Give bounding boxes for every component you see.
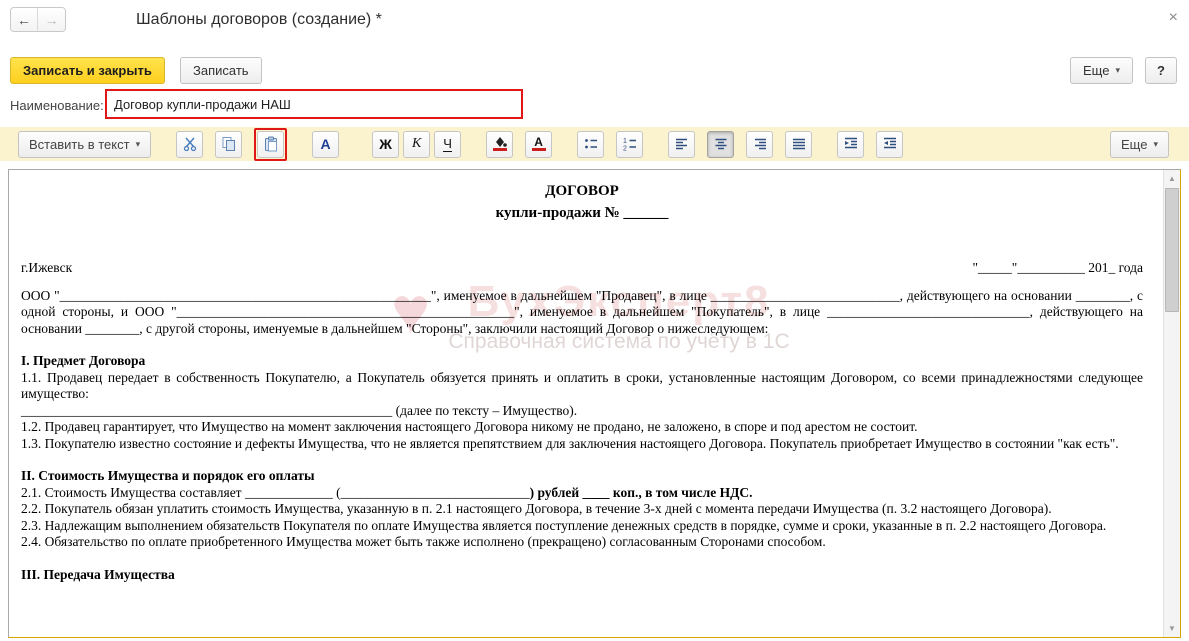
document-title-line2: купли-продажи № ______ [21,202,1143,224]
page-title: Шаблоны договоров (создание) * [136,11,382,29]
paragraph: 2.4. Обязательство по оплате приобретенн… [21,534,1143,551]
toolbar-more-button[interactable]: Еще ▾ [1110,131,1169,158]
document-body: I. Предмет Договора1.1. Продавец передае… [21,353,1143,583]
section-heading: III. Передача Имущества [21,567,1143,584]
name-input[interactable] [107,91,521,117]
chevron-down-icon: ▾ [1153,139,1158,150]
document-editor[interactable]: ♥ БухЭксперт8 Справочная система по учёт… [8,169,1181,638]
fill-color-button[interactable] [486,131,513,158]
section-heading: II. Стоимость Имущества и порядок его оп… [21,468,1143,485]
align-left-icon [674,136,690,152]
scroll-up-icon[interactable]: ▲ [1164,170,1180,187]
paragraph: 1.2. Продавец гарантирует, что Имущество… [21,419,1143,436]
paragraph: 2.3. Надлежащим выполнением обязательств… [21,518,1143,535]
bullet-list-button[interactable] [577,131,604,158]
city-label: г.Ижевск [21,260,72,277]
help-button[interactable]: ? [1145,57,1177,84]
font-button[interactable]: А [312,131,339,158]
align-right-icon [752,136,768,152]
document-title-line1: ДОГОВОР [21,180,1143,202]
copy-button[interactable] [215,131,242,158]
underline-letter: Ч [443,137,452,152]
copy-icon [221,136,237,152]
indent-decrease-button[interactable] [876,131,903,158]
bold-button[interactable]: Ж [372,131,399,158]
close-icon[interactable]: × [1169,10,1178,26]
document-content: ДОГОВОР купли-продажи № ______ г.Ижевск … [9,170,1163,637]
align-center-button[interactable] [707,131,734,158]
numbered-list-icon: 1 2 [622,136,638,152]
text-color-button[interactable]: А [525,131,552,158]
paragraph: 2.2. Покупатель обязан уплатить стоимост… [21,501,1143,518]
paragraph: 1.1. Продавец передает в собственность П… [21,370,1143,403]
name-field-label: Наименование: [10,98,104,113]
align-right-button[interactable] [746,131,773,158]
font-letter: А [321,136,331,152]
insert-to-text-label: Вставить в текст [29,137,130,152]
save-and-close-button[interactable]: Записать и закрыть [10,57,165,84]
indent-increase-button[interactable] [837,131,864,158]
vertical-scrollbar[interactable]: ▲ ▼ [1163,170,1180,637]
cut-button[interactable] [176,131,203,158]
chevron-down-icon: ▾ [1115,65,1120,76]
text-color-icon: А [532,137,546,151]
align-center-icon [713,136,729,152]
city-date-row: г.Ижевск "_____"__________ 201_ года [21,260,1143,277]
name-field-annotation [105,89,523,119]
italic-letter: К [412,136,421,152]
svg-text:2: 2 [623,146,627,153]
underline-button[interactable]: Ч [434,131,461,158]
svg-text:1: 1 [623,138,627,145]
save-button[interactable]: Записать [180,57,262,84]
paste-annotation [254,128,287,161]
clipboard-paste-icon [263,136,279,152]
intro-paragraph: ООО "___________________________________… [21,288,1143,338]
italic-button[interactable]: К [403,131,430,158]
contract-template-window: ← → Шаблоны договоров (создание) * × Зап… [0,0,1189,641]
paragraph: 2.1. Стоимость Имущества составляет ____… [21,485,1143,502]
more-button-label: Еще [1083,63,1109,78]
format-toolbar: Вставить в текст ▾ [0,127,1189,161]
document-title: ДОГОВОР купли-продажи № ______ [21,180,1143,224]
date-placeholder: "_____"__________ 201_ года [973,260,1143,277]
numbered-list-button[interactable]: 1 2 [616,131,643,158]
forward-button[interactable]: → [38,8,65,31]
paste-button[interactable] [257,131,284,158]
scissors-icon [182,136,198,152]
bullet-list-icon [583,136,599,152]
more-button[interactable]: Еще ▾ [1070,57,1133,84]
align-left-button[interactable] [668,131,695,158]
section-heading: I. Предмет Договора [21,353,1143,370]
scroll-down-icon[interactable]: ▼ [1164,620,1180,637]
history-nav: ← → [10,7,66,32]
back-button[interactable]: ← [11,8,38,31]
scrollbar-thumb[interactable] [1165,188,1179,312]
indent-decrease-icon [882,136,898,152]
insert-to-text-button[interactable]: Вставить в текст ▾ [18,131,151,158]
bold-letter: Ж [379,136,392,152]
justify-icon [791,136,807,152]
toolbar-more-label: Еще [1121,137,1147,152]
fill-color-icon [493,137,507,151]
indent-increase-icon [843,136,859,152]
paragraph: ________________________________________… [21,403,1143,420]
justify-button[interactable] [785,131,812,158]
chevron-down-icon: ▾ [136,139,141,150]
paragraph: 1.3. Покупателю известно состояние и деф… [21,436,1143,453]
